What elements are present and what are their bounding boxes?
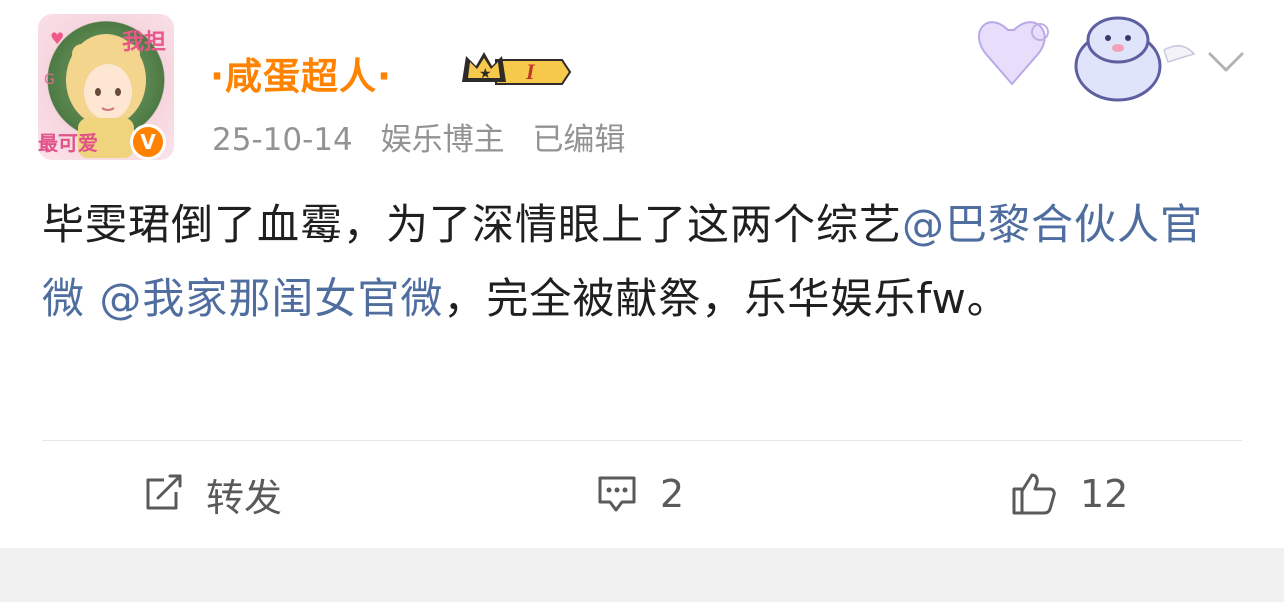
avatar-top-text: 我担 [121,30,166,55]
feed-separator [0,548,1284,602]
comment-count: 2 [660,472,685,516]
svg-text:★: ★ [479,66,492,82]
edited-label: 已编辑 [532,122,626,158]
vip-level-text: I [525,59,536,84]
like-count: 12 [1080,472,1129,516]
verified-icon: V [130,124,166,160]
mention-link[interactable]: @我家那闺女官微 [99,274,443,323]
like-button[interactable]: 12 [1010,468,1128,520]
post-role: 娱乐博主 [380,122,505,158]
svg-text:G: G [44,72,55,88]
comment-button[interactable]: 2 [596,468,684,520]
post-text: ，完全被献祭，乐华娱乐fw。 [443,274,1010,323]
repost-label: 转发 [206,475,283,520]
post-meta: 25-10-14 娱乐博主 已编辑 [212,114,643,159]
repost-button[interactable]: 转发 [142,468,282,520]
post-text: 毕雯珺倒了血霉，为了深情眼上了这两个综艺 [42,200,903,249]
post-content: 毕雯珺倒了血霉，为了深情眼上了这两个综艺@巴黎合伙人官微 @我家那闺女官微，完全… [42,188,1242,336]
repost-icon [146,474,182,510]
svg-text:♥: ♥ [50,29,64,48]
divider [42,440,1242,441]
thumbs-up-icon [1012,473,1056,515]
avatar[interactable]: ♥ G 我担 最可爱 V [38,14,174,160]
decorative-sticker [968,10,1198,104]
username[interactable]: ·咸蛋超人· [210,46,392,100]
chevron-down-icon[interactable] [1206,44,1246,80]
post-date: 25-10-14 [212,122,353,158]
comment-icon [598,476,636,512]
vip-crown-badge[interactable]: ★ I [456,46,574,92]
avatar-bottom-text: 最可爱 [38,131,98,155]
